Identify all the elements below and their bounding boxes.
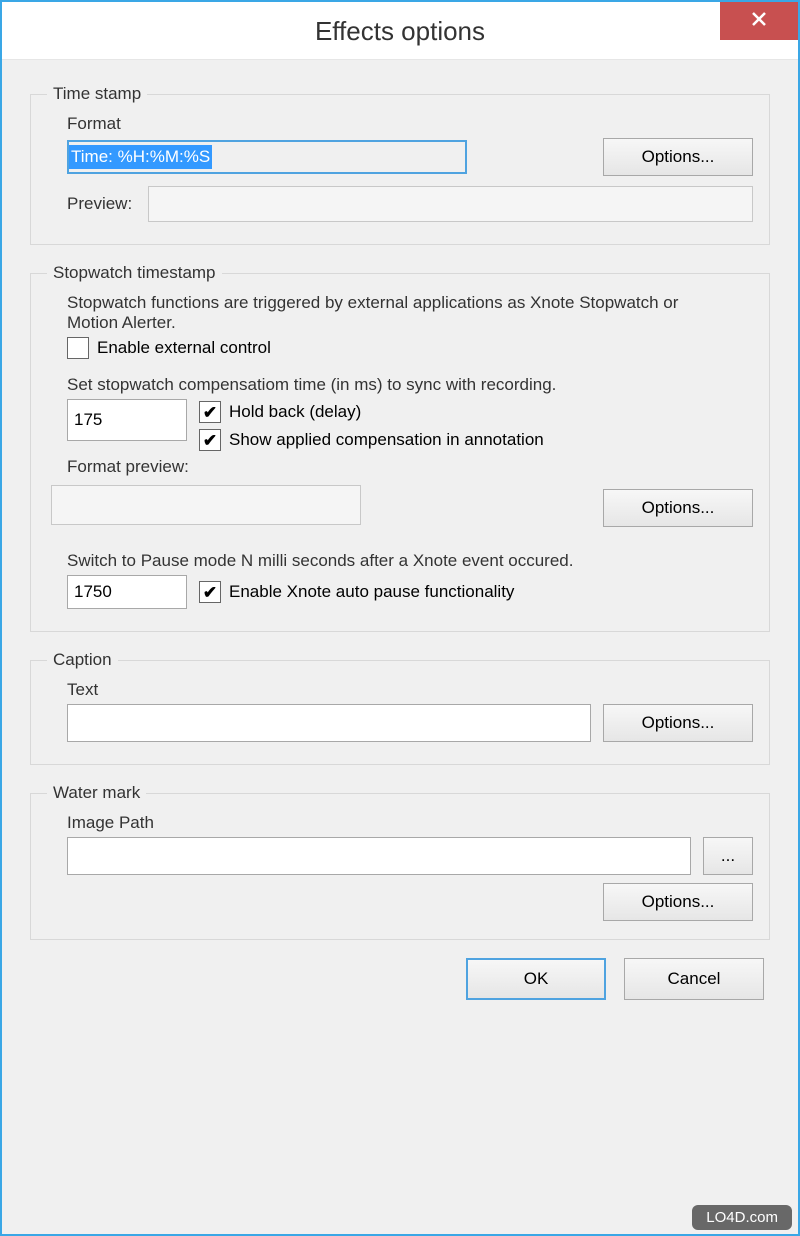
check-icon: ✔ (203, 432, 217, 449)
titlebar: Effects options (2, 2, 798, 60)
browse-button[interactable]: ... (703, 837, 753, 875)
window-title: Effects options (2, 16, 798, 47)
watermark-path-input[interactable] (67, 837, 691, 875)
stopwatch-group: Stopwatch timestamp Stopwatch functions … (30, 263, 770, 632)
dialog-footer: OK Cancel (30, 958, 770, 1000)
format-preview-box (51, 485, 361, 525)
hold-back-checkbox[interactable]: ✔ (199, 401, 221, 423)
hold-back-label: Hold back (delay) (229, 402, 361, 422)
timestamp-group: Time stamp Format Time: %H:%M:%S Options… (30, 84, 770, 245)
format-input[interactable]: Time: %H:%M:%S (67, 140, 467, 174)
show-comp-label: Show applied compensation in annotation (229, 430, 544, 450)
check-icon: ✔ (203, 404, 217, 421)
timestamp-legend: Time stamp (47, 84, 147, 104)
enable-pause-label: Enable Xnote auto pause functionality (229, 582, 514, 602)
pause-label: Switch to Pause mode N milli seconds aft… (67, 551, 753, 571)
compensation-input[interactable] (67, 399, 187, 441)
timestamp-options-button[interactable]: Options... (603, 138, 753, 176)
pause-input[interactable] (67, 575, 187, 609)
watermark-legend: Water mark (47, 783, 146, 803)
watermark-group: Water mark Image Path ... Options... (30, 783, 770, 940)
close-icon (751, 10, 767, 33)
cancel-button[interactable]: Cancel (624, 958, 764, 1000)
dialog-window: Effects options Time stamp Format Time: … (0, 0, 800, 1236)
format-preview-label: Format preview: (67, 457, 753, 477)
ok-button[interactable]: OK (466, 958, 606, 1000)
enable-pause-checkbox[interactable]: ✔ (199, 581, 221, 603)
dialog-content: Time stamp Format Time: %H:%M:%S Options… (2, 60, 798, 1020)
enable-external-label: Enable external control (97, 338, 271, 358)
preview-box (148, 186, 753, 222)
check-icon: ✔ (203, 584, 217, 601)
watermark-options-button[interactable]: Options... (603, 883, 753, 921)
format-input-selection: Time: %H:%M:%S (69, 145, 212, 169)
watermark-path-label: Image Path (67, 813, 753, 833)
enable-external-checkbox[interactable] (67, 337, 89, 359)
stopwatch-info: Stopwatch functions are triggered by ext… (67, 293, 687, 333)
show-comp-checkbox[interactable]: ✔ (199, 429, 221, 451)
caption-text-label: Text (67, 680, 753, 700)
stopwatch-legend: Stopwatch timestamp (47, 263, 222, 283)
preview-label: Preview: (67, 194, 132, 214)
site-badge: LO4D.com (692, 1205, 792, 1230)
caption-text-input[interactable] (67, 704, 591, 742)
caption-options-button[interactable]: Options... (603, 704, 753, 742)
format-label: Format (67, 114, 753, 134)
compensation-label: Set stopwatch compensatiom time (in ms) … (67, 375, 753, 395)
caption-group: Caption Text Options... (30, 650, 770, 765)
caption-legend: Caption (47, 650, 118, 670)
close-button[interactable] (720, 2, 798, 40)
stopwatch-options-button[interactable]: Options... (603, 489, 753, 527)
